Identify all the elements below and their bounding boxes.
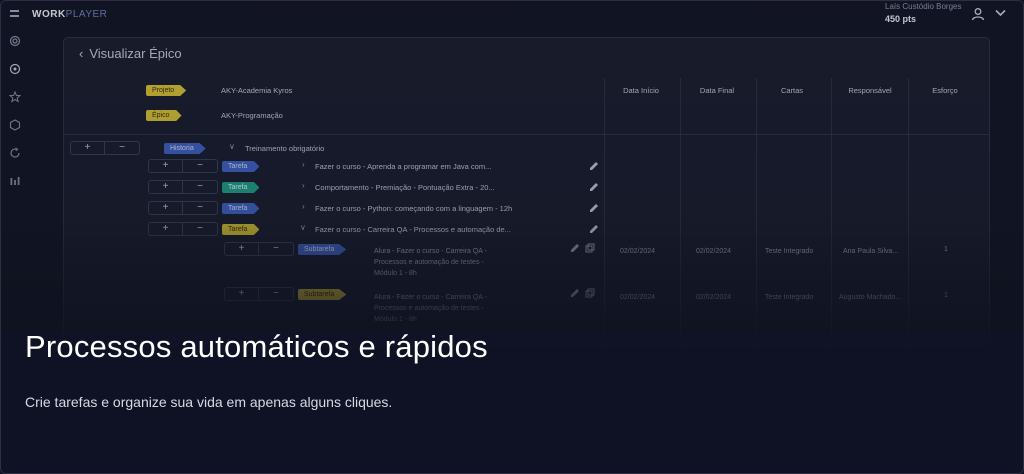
top-bar: WORKPLAYER Laís Custódio Borges 450 pts [1, 1, 1023, 29]
divider [604, 78, 605, 346]
logo-work: WORK [32, 9, 66, 20]
remove-button[interactable]: − [183, 202, 217, 214]
col-end-date: Data Final [699, 86, 735, 95]
add-button[interactable]: + [149, 160, 183, 172]
user-name: Laís Custódio Borges [885, 2, 962, 11]
remove-button[interactable]: − [183, 160, 217, 172]
edit-icon[interactable] [589, 161, 599, 171]
subtask-stepper[interactable]: + − [224, 287, 294, 301]
subtask-cards: Teste Integrado [765, 294, 814, 301]
subtask-owner: Ana Paula Silva... [843, 248, 899, 255]
logo[interactable]: WORKPLAYER [32, 9, 107, 20]
task-stepper[interactable]: + − [148, 180, 218, 194]
col-effort: Esforço [932, 86, 958, 95]
logo-player: PLAYER [65, 9, 108, 20]
edit-icon[interactable] [589, 203, 599, 213]
remove-button[interactable]: − [183, 223, 217, 235]
subtask-effort: 1 [944, 292, 948, 299]
chevron-left-icon[interactable]: ‹ [79, 46, 83, 61]
remove-button[interactable]: − [105, 142, 139, 154]
subtask-label[interactable]: Alura - Fazer o curso - Carreira QA - Pr… [374, 292, 504, 325]
edit-icon[interactable] [589, 182, 599, 192]
user-icon[interactable] [971, 7, 985, 21]
subtask-end-date: 02/02/2024 [696, 248, 732, 255]
remove-button[interactable]: − [259, 243, 293, 255]
subtask-owner: Augusto Machado... [839, 294, 902, 301]
add-button[interactable]: + [149, 223, 183, 235]
col-start-date: Data Início [623, 86, 659, 95]
add-button[interactable]: + [149, 181, 183, 193]
edit-icon[interactable] [589, 224, 599, 234]
add-button[interactable]: + [225, 288, 259, 300]
subtask-label[interactable]: Alura - Fazer o curso - Carreira QA - Pr… [374, 246, 504, 279]
project-value: AKY-Academia Kyros [221, 86, 293, 95]
copy-icon[interactable] [585, 288, 595, 298]
star-icon[interactable] [9, 91, 21, 103]
epic-value: AKY-Programação [221, 111, 283, 120]
chevron-down-icon[interactable]: ∨ [300, 223, 306, 232]
hero-headline: Processos automáticos e rápidos [25, 329, 488, 364]
hexagon-icon[interactable] [9, 119, 21, 131]
add-button[interactable]: + [225, 243, 259, 255]
compass-icon[interactable] [9, 63, 21, 75]
history-stepper[interactable]: + − [70, 141, 140, 155]
chevron-down-icon[interactable] [995, 9, 1006, 17]
add-button[interactable]: + [149, 202, 183, 214]
chevron-right-icon[interactable]: › [302, 202, 305, 211]
add-button[interactable]: + [71, 142, 105, 154]
col-cards: Cartas [780, 86, 804, 95]
user-points: 450 pts [885, 14, 917, 24]
subtask-tag: Subtarefa [298, 289, 347, 300]
project-tag: Projeto [146, 85, 187, 96]
chevron-right-icon[interactable]: › [302, 160, 305, 169]
divider [756, 78, 757, 346]
task-tag: Tarefa [222, 224, 260, 235]
task-tag: Tarefa [222, 182, 260, 193]
refresh-icon[interactable] [9, 147, 21, 159]
bar-chart-icon[interactable] [9, 175, 21, 187]
subtask-start-date: 02/02/2024 [620, 248, 656, 255]
history-label[interactable]: Treinamento obrigatório [245, 144, 324, 153]
remove-button[interactable]: − [183, 181, 217, 193]
divider [908, 78, 909, 346]
panel-header[interactable]: ‹ Visualizar Épico [79, 46, 182, 61]
task-tag: Tarefa [222, 203, 260, 214]
user-info[interactable]: Laís Custódio Borges 450 pts [885, 2, 963, 24]
edit-icon[interactable] [570, 243, 580, 253]
task-tag: Tarefa [222, 161, 260, 172]
page-title: Visualizar Épico [89, 46, 182, 61]
copy-icon[interactable] [585, 243, 595, 253]
divider [680, 78, 681, 346]
task-label[interactable]: Fazer o curso - Carreira QA - Processos … [315, 225, 511, 234]
hero-subline: Crie tarefas e organize sua vida em apen… [25, 394, 393, 410]
remove-button[interactable]: − [259, 288, 293, 300]
task-label[interactable]: Fazer o curso - Aprenda a programar em J… [315, 162, 491, 171]
subtask-tag: Subtarefa [298, 244, 347, 255]
divider [831, 78, 832, 346]
app-frame: WORKPLAYER Laís Custódio Borges 450 pts … [0, 0, 1024, 474]
chevron-down-icon[interactable]: ∨ [229, 142, 235, 151]
header-divider [64, 134, 989, 135]
subtask-end-date: 02/02/2024 [696, 294, 732, 301]
task-stepper[interactable]: + − [148, 222, 218, 236]
target-icon[interactable] [9, 35, 21, 47]
menu-icon[interactable] [10, 10, 19, 17]
edit-icon[interactable] [570, 288, 580, 298]
col-owner: Responsável [848, 86, 892, 95]
subtask-effort: 1 [944, 246, 948, 253]
chevron-right-icon[interactable]: › [302, 181, 305, 190]
history-tag: Historia [164, 143, 206, 154]
task-stepper[interactable]: + − [148, 159, 218, 173]
epic-panel: ‹ Visualizar Épico Projeto AKY-Academia K… [63, 37, 990, 347]
epic-tag: Épico [146, 110, 182, 121]
task-stepper[interactable]: + − [148, 201, 218, 215]
task-label[interactable]: Comportamento - Premiação - Pontuação Ex… [315, 183, 495, 192]
subtask-stepper[interactable]: + − [224, 242, 294, 256]
task-label[interactable]: Fazer o curso - Python: começando com a … [315, 204, 512, 213]
subtask-start-date: 02/02/2024 [620, 294, 656, 301]
subtask-cards: Teste Integrado [765, 248, 814, 255]
